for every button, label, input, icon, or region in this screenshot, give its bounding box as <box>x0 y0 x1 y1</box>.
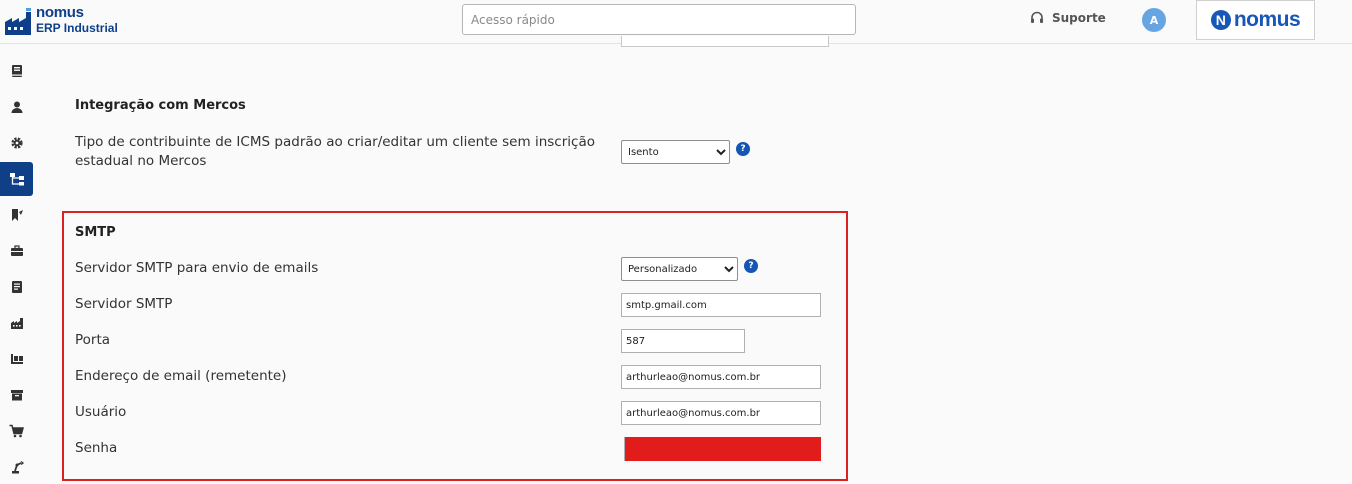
smtp-section-title: SMTP <box>75 225 116 240</box>
brand-name: nomus <box>36 4 84 21</box>
smtp-mode-help-icon[interactable]: ? <box>744 259 758 273</box>
headset-icon <box>1031 11 1043 23</box>
icms-type-select[interactable]: Isento <box>621 140 730 164</box>
smtp-password-redacted-field[interactable] <box>624 437 821 461</box>
factory-logo-icon <box>5 8 31 35</box>
sidebar <box>0 44 40 481</box>
support-link[interactable]: Suporte <box>1030 11 1106 25</box>
cart-icon <box>9 424 24 438</box>
smtp-user-label: Usuário <box>75 404 127 420</box>
brand-subtitle: ERP Industrial <box>36 21 118 35</box>
main-content: Integração com Mercos Tipo de contribuin… <box>40 36 1352 481</box>
brand-logo[interactable]: nomus ERP Industrial <box>4 4 134 38</box>
user-avatar[interactable]: A <box>1142 8 1166 32</box>
robot-arm-icon <box>11 460 24 474</box>
sidebar-item-book[interactable] <box>0 54 33 88</box>
integration-icon <box>9 173 24 186</box>
sidebar-item-user[interactable] <box>0 90 33 124</box>
book-icon <box>11 65 22 77</box>
smtp-sender-input[interactable] <box>621 365 821 389</box>
archive-icon <box>10 390 23 401</box>
sidebar-item-settings[interactable] <box>0 126 33 160</box>
smtp-mode-label: Servidor SMTP para envio de emails <box>75 260 319 276</box>
smtp-sender-label: Endereço de email (remetente) <box>75 368 287 384</box>
bookmark-icon <box>11 209 23 221</box>
smtp-mode-select[interactable]: Personalizado <box>621 257 738 281</box>
gear-icon <box>10 137 23 149</box>
nomus-logo-mark: N <box>1210 10 1231 30</box>
document-icon <box>11 281 22 293</box>
sidebar-item-document[interactable] <box>0 270 33 304</box>
nomus-logo: N nomus <box>1196 0 1315 40</box>
sidebar-item-integration[interactable] <box>0 162 33 196</box>
smtp-port-input[interactable] <box>621 329 745 353</box>
smtp-port-label: Porta <box>75 332 111 348</box>
quick-access-search-input[interactable] <box>462 4 856 35</box>
sidebar-item-robot[interactable] <box>0 450 33 484</box>
smtp-password-label: Senha <box>75 440 118 456</box>
user-icon <box>11 101 22 113</box>
sidebar-item-briefcase[interactable] <box>0 234 33 268</box>
previous-field-stub[interactable] <box>621 36 829 47</box>
sidebar-item-bookmark[interactable] <box>0 198 33 232</box>
icms-help-icon[interactable]: ? <box>736 142 750 156</box>
smtp-server-label: Servidor SMTP <box>75 296 173 312</box>
smtp-user-input[interactable] <box>621 401 821 425</box>
support-label: Suporte <box>1052 11 1106 25</box>
sidebar-item-archive[interactable] <box>0 378 33 412</box>
pallet-icon <box>10 354 23 364</box>
sidebar-item-cart[interactable] <box>0 414 33 448</box>
sidebar-item-factory[interactable] <box>0 306 33 340</box>
sidebar-item-pallet[interactable] <box>0 342 33 376</box>
smtp-server-input[interactable] <box>621 293 821 317</box>
icms-type-label: Tipo de contribuinte de ICMS padrão ao c… <box>75 134 595 169</box>
nomus-logo-text: nomus <box>1233 8 1301 31</box>
mercos-section-title: Integração com Mercos <box>75 98 246 113</box>
factory-icon <box>10 318 23 329</box>
briefcase-icon <box>10 245 23 256</box>
